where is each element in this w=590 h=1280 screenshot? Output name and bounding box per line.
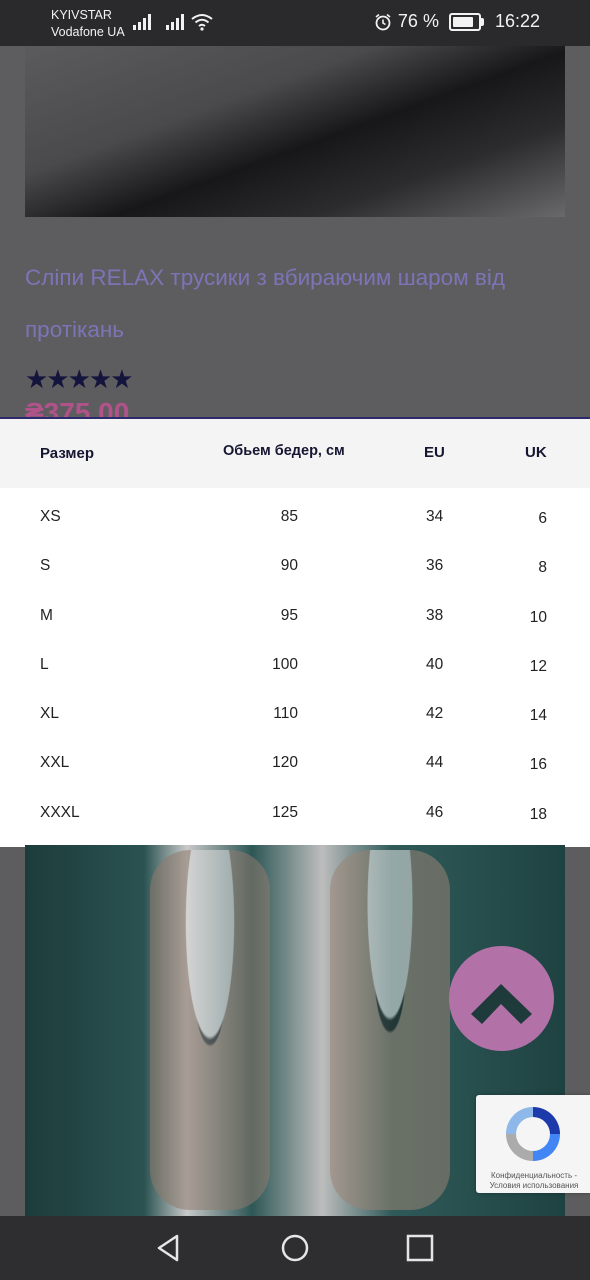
cell-hips: 100 <box>272 655 298 673</box>
cell-hips: 85 <box>280 508 298 525</box>
wifi-icon <box>191 14 213 31</box>
cell-size: XS <box>40 508 61 525</box>
table-row: L 100 40 12 <box>0 642 590 691</box>
table-row: XXL 120 44 16 <box>0 740 590 789</box>
carrier-2: Vodafone UA <box>51 25 125 39</box>
model-figure-right <box>330 850 450 1210</box>
table-row: XS 85 34 6 <box>0 494 590 543</box>
product-title[interactable]: Сліпи RELAX трусики з вбираючим шаром ві… <box>25 252 555 356</box>
table-row: S 90 36 8 <box>0 543 590 592</box>
size-chart-body: XS 85 34 6 S 90 36 8 M 95 38 10 L 100 40… <box>0 494 590 839</box>
rating-stars: ★★★★★ <box>25 364 134 394</box>
carrier-info: KYIVSTAR Vodafone UA <box>51 7 125 41</box>
table-row: M 95 38 10 <box>0 593 590 642</box>
cell-uk: 14 <box>529 707 547 725</box>
cell-size: XL <box>40 705 59 723</box>
cell-eu: 46 <box>426 803 444 821</box>
cell-eu: 40 <box>426 655 444 673</box>
cell-size: M <box>40 606 53 624</box>
cell-hips: 95 <box>280 606 298 624</box>
cell-eu: 34 <box>426 508 444 525</box>
table-row: XL 110 42 14 <box>0 691 590 740</box>
model-figure-left <box>150 850 270 1210</box>
cell-uk: 16 <box>529 756 547 774</box>
carrier-1: KYIVSTAR <box>51 8 112 22</box>
chevron-up-icon <box>471 984 532 1024</box>
home-icon[interactable] <box>279 1232 311 1264</box>
recaptcha-icon <box>506 1107 560 1161</box>
signal-icon-sim1 <box>133 14 151 30</box>
cell-eu: 42 <box>426 705 444 723</box>
size-chart-header: Размер Обьем бедер, см EU UK <box>0 419 590 488</box>
cell-uk: 12 <box>529 657 547 675</box>
cell-size: S <box>40 557 51 575</box>
cell-hips: 110 <box>273 705 298 723</box>
recaptcha-badge[interactable]: Конфиденциальность - Условия использован… <box>476 1095 590 1193</box>
battery-icon <box>448 12 484 31</box>
cell-uk: 8 <box>538 559 547 577</box>
cell-hips: 90 <box>280 557 298 575</box>
cell-eu: 38 <box>426 606 444 624</box>
cell-size: XXL <box>40 754 70 772</box>
cell-size: L <box>40 655 49 673</box>
battery-percent: 76 % <box>397 11 439 31</box>
alarm-icon <box>375 13 391 30</box>
product-image-top <box>25 46 565 217</box>
clock: 16:22 <box>494 11 540 31</box>
cell-eu: 36 <box>426 557 444 575</box>
status-bar: KYIVSTAR Vodafone UA 76 % 16:22 <box>0 0 590 46</box>
cell-uk: 6 <box>538 510 547 527</box>
header-size: Размер <box>40 445 95 462</box>
cell-hips: 125 <box>272 803 298 821</box>
cell-hips: 120 <box>272 754 298 772</box>
scroll-to-top-button[interactable] <box>449 946 554 1051</box>
back-icon[interactable] <box>153 1232 185 1264</box>
signal-icon-sim2 <box>166 14 184 30</box>
status-right: 76 % 16:22 <box>374 11 540 32</box>
header-eu: EU <box>424 444 445 461</box>
cell-size: XXXL <box>40 803 80 821</box>
header-uk: UK <box>525 444 547 461</box>
cell-uk: 18 <box>529 805 547 823</box>
recaptcha-links[interactable]: Конфиденциальность - Условия использован… <box>482 1171 586 1191</box>
header-hips: Обьем бедер, см <box>223 443 345 459</box>
recent-apps-icon[interactable] <box>404 1232 436 1264</box>
cell-eu: 44 <box>426 754 444 772</box>
cell-uk: 10 <box>529 608 547 626</box>
system-nav-bar <box>0 1216 590 1280</box>
size-chart-table: Размер Обьем бедер, см EU UK XS 85 34 6 … <box>0 417 590 847</box>
table-row: XXXL 125 46 18 <box>0 790 590 839</box>
